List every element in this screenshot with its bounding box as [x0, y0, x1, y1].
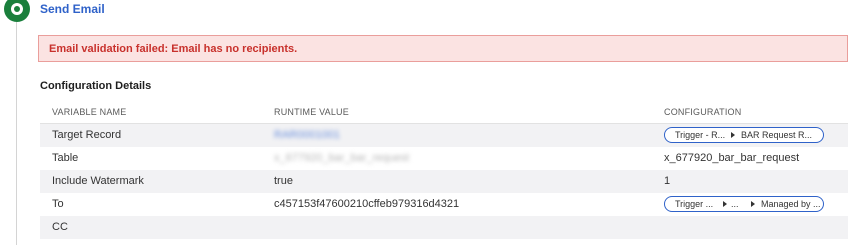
configuration-value: x_677920_bar_bar_request	[664, 152, 800, 164]
error-message: Email validation failed: Email has no re…	[49, 43, 298, 55]
variable-name: CC	[52, 221, 68, 233]
variable-name: To	[52, 198, 64, 210]
pill-segment: BAR Request R...	[741, 130, 813, 140]
variable-name: Table	[52, 152, 79, 164]
table-row: To c457153f47600210cffeb979316d4321 Trig…	[40, 193, 848, 216]
pill-segment: Managed by ...	[761, 199, 821, 209]
pill-segment: Trigger - R...	[675, 130, 726, 140]
flow-step-detail: Send Email Email validation failed: Emai…	[0, 0, 848, 245]
section-title: Configuration Details	[40, 80, 152, 92]
variable-name: Target Record	[52, 129, 122, 141]
variable-name: Include Watermark	[52, 175, 144, 187]
table-row: Include Watermark true 1	[40, 170, 848, 193]
runtime-value: c457153f47600210cffeb979316d4321	[274, 198, 460, 210]
pill-arrow-icon	[731, 132, 735, 138]
runtime-value: true	[274, 175, 293, 187]
configuration-value: 1	[664, 175, 671, 187]
column-header-variable-name: VARIABLE NAME	[52, 107, 127, 117]
table-row: Table x_677920_bar_bar_request x_677920_…	[40, 147, 848, 170]
configuration-value	[664, 216, 848, 239]
error-banner: Email validation failed: Email has no re…	[38, 35, 848, 62]
runtime-value: x_677920_bar_bar_request	[274, 152, 410, 164]
step-status-icon	[4, 0, 30, 22]
table-row: CC	[40, 216, 848, 239]
configuration-table: VARIABLE NAME RUNTIME VALUE CONFIGURATIO…	[40, 101, 848, 239]
step-header: Send Email	[0, 0, 848, 22]
runtime-value	[274, 216, 654, 239]
step-connector-line	[16, 22, 17, 245]
pill-segment: ...	[731, 199, 739, 209]
table-row: Target Record RAR0001001 Trigger - R... …	[40, 124, 848, 147]
column-header-runtime-value: RUNTIME VALUE	[274, 107, 349, 117]
pill-arrow-icon	[751, 201, 755, 207]
runtime-value-link[interactable]: RAR0001001	[274, 124, 654, 147]
config-data-pill[interactable]: Trigger - R... BAR Request R...	[664, 127, 824, 143]
column-header-configuration: CONFIGURATION	[664, 107, 742, 117]
pill-segment: Trigger ...	[675, 199, 714, 209]
table-header-row: VARIABLE NAME RUNTIME VALUE CONFIGURATIO…	[40, 101, 848, 124]
step-title[interactable]: Send Email	[40, 2, 105, 16]
pill-arrow-icon	[723, 201, 727, 207]
config-data-pill[interactable]: Trigger ... ... Managed by ...	[664, 196, 824, 212]
